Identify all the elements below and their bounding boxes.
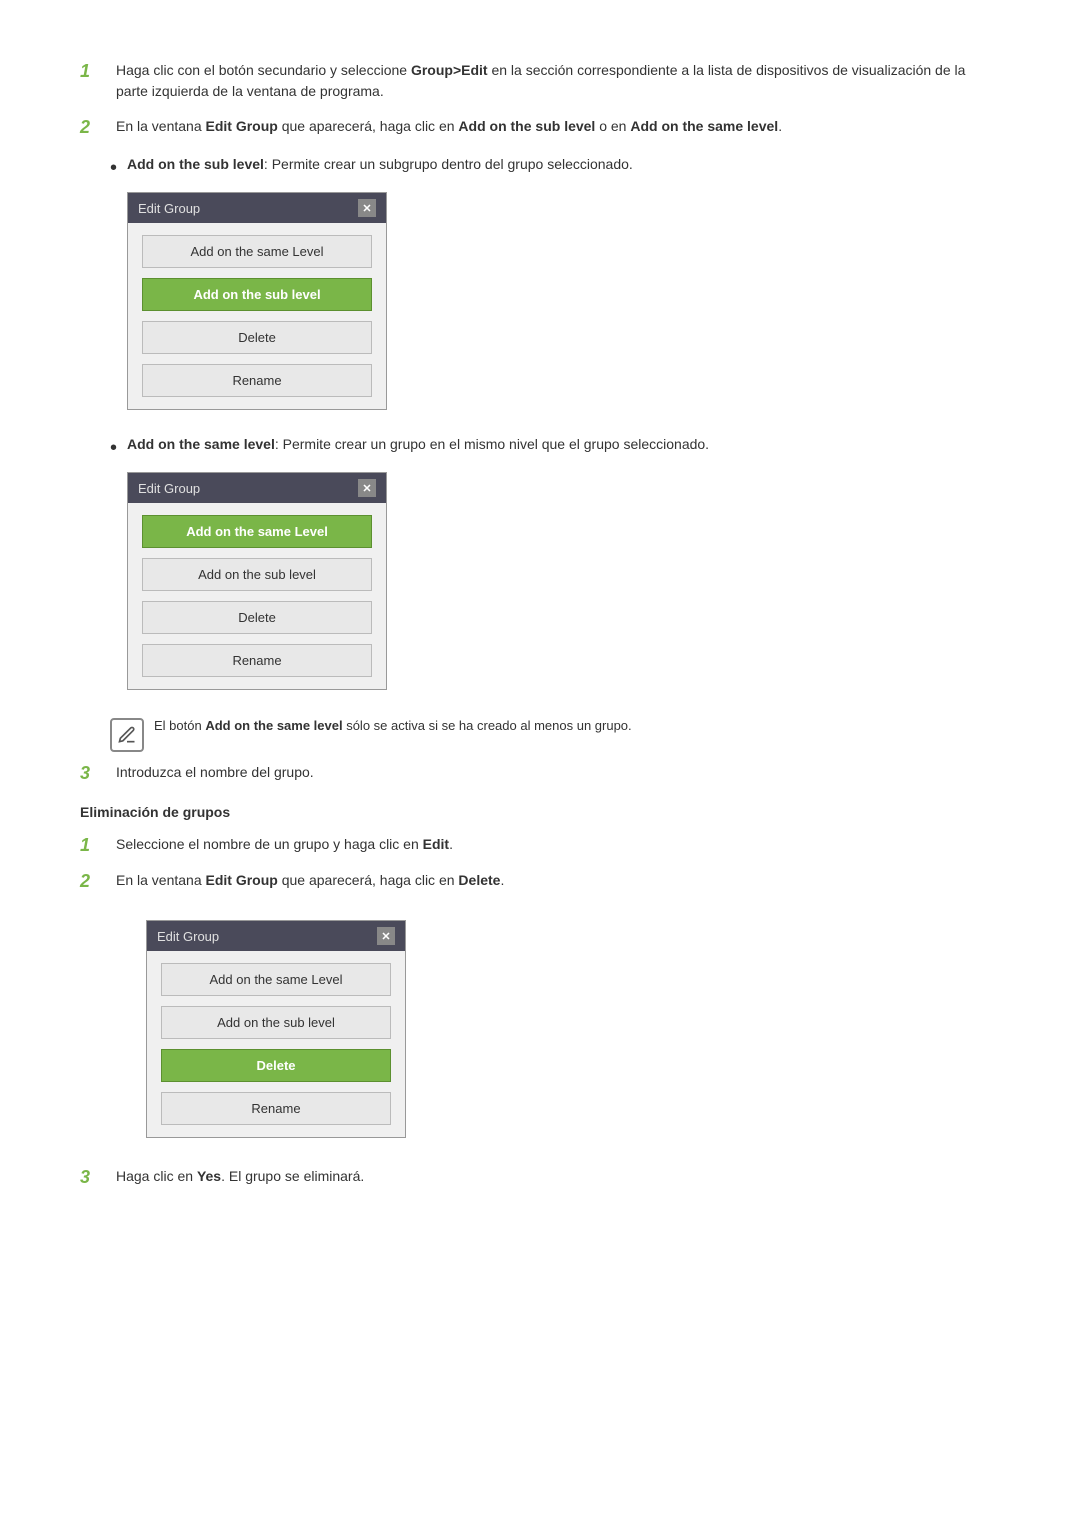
bullet-dot-1: •: [110, 158, 117, 178]
btn-delete-1[interactable]: Delete: [142, 321, 372, 354]
step-2-delete: 2 En la ventana Edit Group que aparecerá…: [80, 870, 1000, 892]
step-number-1-del: 1: [80, 835, 116, 856]
note-text: El botón Add on the same level sólo se a…: [154, 716, 632, 736]
bullet-dot-2: •: [110, 438, 117, 458]
step-3-delete: 3 Haga clic en Yes. El grupo se eliminar…: [80, 1166, 1000, 1188]
btn-same-level-1[interactable]: Add on the same Level: [142, 235, 372, 268]
dialog-body-2: Add on the same Level Add on the sub lev…: [128, 503, 386, 689]
step-number-3-add: 3: [80, 763, 116, 784]
dialog-same-level: Edit Group ✕ Add on the same Level Add o…: [127, 472, 387, 690]
dialog-close-2[interactable]: ✕: [358, 479, 376, 497]
dialog-body-3: Add on the same Level Add on the sub lev…: [147, 951, 405, 1137]
dialog-close-3[interactable]: ✕: [377, 927, 395, 945]
step-3-add: 3 Introduzca el nombre del grupo.: [80, 762, 1000, 784]
btn-sub-level-3[interactable]: Add on the sub level: [161, 1006, 391, 1039]
btn-delete-3[interactable]: Delete: [161, 1049, 391, 1082]
section-delete-heading: Eliminación de grupos: [80, 804, 1000, 820]
note-icon: [110, 718, 144, 752]
dialog-titlebar-3: Edit Group ✕: [147, 921, 405, 951]
dialog-title-3: Edit Group: [157, 929, 219, 944]
btn-sub-level-2[interactable]: Add on the sub level: [142, 558, 372, 591]
btn-rename-3[interactable]: Rename: [161, 1092, 391, 1125]
btn-same-level-2[interactable]: Add on the same Level: [142, 515, 372, 548]
dialog-delete: Edit Group ✕ Add on the same Level Add o…: [146, 920, 406, 1138]
btn-sub-level-1[interactable]: Add on the sub level: [142, 278, 372, 311]
dialog-titlebar-2: Edit Group ✕: [128, 473, 386, 503]
step-number-2-del: 2: [80, 871, 116, 892]
bullet-sub-level-text: : Permite crear un subgrupo dentro del g…: [264, 156, 633, 172]
step-3-delete-text: Haga clic en Yes. El grupo se eliminará.: [116, 1166, 1000, 1187]
dialog-body-1: Add on the same Level Add on the sub lev…: [128, 223, 386, 409]
step-number-2: 2: [80, 117, 116, 138]
dialog-close-1[interactable]: ✕: [358, 199, 376, 217]
step-2-text: En la ventana Edit Group que aparecerá, …: [116, 116, 1000, 137]
bullet-sub-level-label: Add on the sub level: [127, 156, 264, 172]
step-1-add: 1 Haga clic con el botón secundario y se…: [80, 60, 1000, 102]
bullet-same-level: • Add on the same level: Permite crear u…: [110, 436, 1000, 704]
bullet-same-level-text: : Permite crear un grupo en el mismo niv…: [275, 436, 709, 452]
step-number-1: 1: [80, 61, 116, 82]
step-1-delete: 1 Seleccione el nombre de un grupo y hag…: [80, 834, 1000, 856]
step-2-add: 2 En la ventana Edit Group que aparecerá…: [80, 116, 1000, 138]
step-3-add-text: Introduzca el nombre del grupo.: [116, 762, 1000, 783]
bullet-same-level-content: Add on the same level: Permite crear un …: [127, 436, 1000, 704]
btn-rename-1[interactable]: Rename: [142, 364, 372, 397]
dialog-title-1: Edit Group: [138, 201, 200, 216]
bullet-same-level-label: Add on the same level: [127, 436, 275, 452]
dialog-title-2: Edit Group: [138, 481, 200, 496]
btn-rename-2[interactable]: Rename: [142, 644, 372, 677]
dialog-sub-level: Edit Group ✕ Add on the same Level Add o…: [127, 192, 387, 410]
btn-same-level-3[interactable]: Add on the same Level: [161, 963, 391, 996]
bullet-sub-level-content: Add on the sub level: Permite crear un s…: [127, 156, 1000, 424]
step-1-delete-text: Seleccione el nombre de un grupo y haga …: [116, 834, 1000, 855]
dialog-titlebar-1: Edit Group ✕: [128, 193, 386, 223]
pencil-icon: [117, 725, 137, 745]
step-2-delete-text: En la ventana Edit Group que aparecerá, …: [116, 870, 1000, 891]
btn-delete-2[interactable]: Delete: [142, 601, 372, 634]
step-number-3-del: 3: [80, 1167, 116, 1188]
note-box: El botón Add on the same level sólo se a…: [110, 716, 1000, 752]
step-1-text: Haga clic con el botón secundario y sele…: [116, 60, 1000, 102]
bullet-sub-level: • Add on the sub level: Permite crear un…: [110, 156, 1000, 424]
